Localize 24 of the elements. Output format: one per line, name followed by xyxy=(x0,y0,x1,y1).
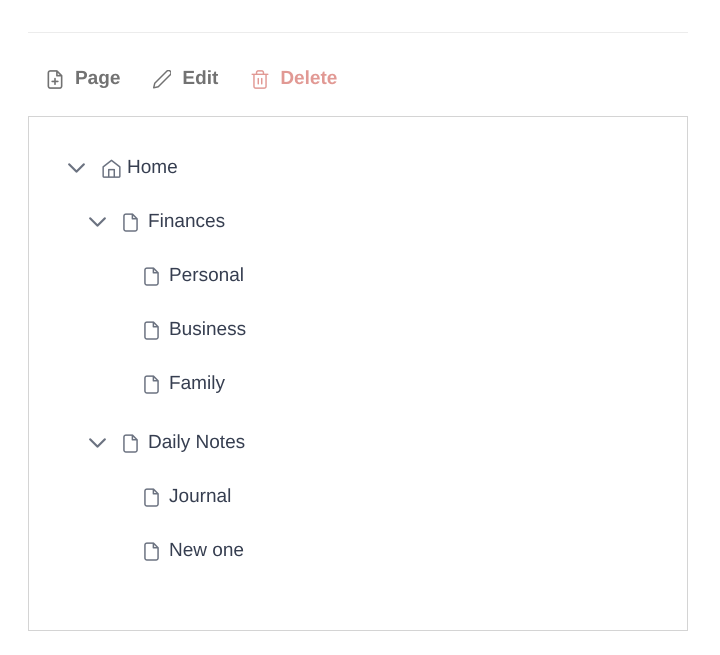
chevron-icon[interactable] xyxy=(89,438,106,448)
file-icon xyxy=(123,212,138,232)
tree-item[interactable]: Home xyxy=(127,157,178,179)
file-icon xyxy=(144,266,159,286)
tree-item[interactable]: Family xyxy=(169,373,225,395)
pencil-icon xyxy=(153,70,172,88)
chevron-icon[interactable] xyxy=(68,163,85,173)
file-plus-icon xyxy=(46,70,64,88)
file-icon xyxy=(123,434,138,452)
trash-icon xyxy=(251,70,270,88)
file-icon xyxy=(144,320,159,340)
tree-item[interactable]: Finances xyxy=(148,211,226,233)
file-icon xyxy=(144,488,159,506)
tree-item[interactable]: New one xyxy=(169,540,244,562)
chevron-icon[interactable] xyxy=(89,217,106,227)
new-page-button[interactable]: Page xyxy=(36,66,130,92)
tree-item[interactable]: Personal xyxy=(169,265,244,287)
edit-button[interactable]: Edit xyxy=(143,66,228,92)
house-icon xyxy=(102,158,121,178)
file-icon xyxy=(144,542,159,560)
tree-item[interactable]: Business xyxy=(169,319,246,341)
file-icon xyxy=(144,374,159,394)
tree-item[interactable]: Journal xyxy=(169,486,232,508)
tree-item[interactable]: Daily Notes xyxy=(148,432,246,454)
